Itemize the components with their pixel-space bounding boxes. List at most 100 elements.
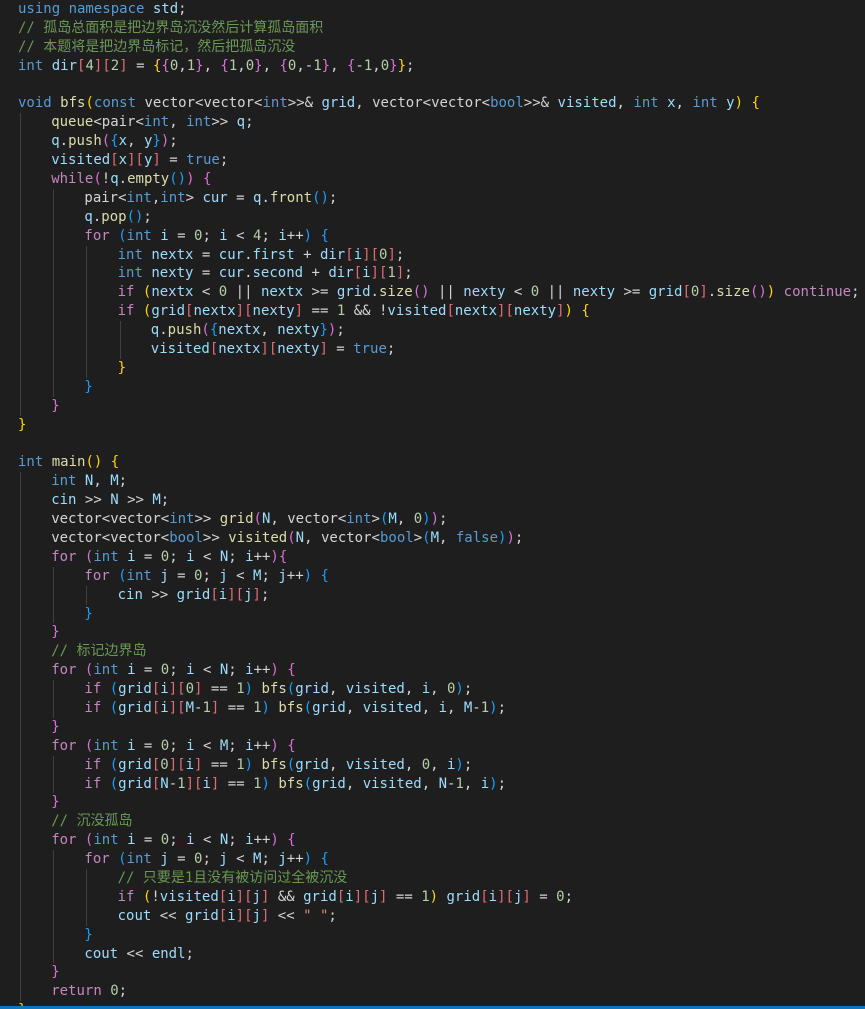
code-line[interactable]: // 孤岛总面积是把边界岛沉没然后计算孤岛面积: [0, 19, 865, 38]
code-line[interactable]: if (grid[i][0] == 1) bfs(grid, visited, …: [0, 680, 865, 699]
index-bracket: [: [505, 303, 514, 320]
code-line[interactable]: // 本题将是把边界岛标记，然后把孤岛沉没: [0, 38, 865, 57]
identifier: i: [227, 907, 236, 924]
indent-guide: [119, 340, 121, 359]
code-line[interactable]: queue<pair<int, int>> q;: [0, 113, 865, 133]
code-line[interactable]: // 沉没孤岛: [0, 812, 865, 832]
code-line[interactable]: for (int j = 0; j < M; j++) {: [0, 566, 865, 586]
code-line[interactable]: cin >> N >> M;: [0, 491, 865, 511]
code-line[interactable]: using namespace std;: [0, 0, 865, 19]
control-keyword: if: [84, 681, 110, 698]
bracket: }: [152, 133, 161, 150]
indent-guide: [86, 245, 88, 265]
code-line[interactable]: vector<vector<bool>> visited(N, vector<b…: [0, 528, 865, 548]
code-line[interactable]: int nexty = cur.second + dir[i][1];: [0, 264, 865, 284]
function-name: queue: [51, 114, 94, 131]
function-name: bfs: [60, 95, 86, 112]
code-line[interactable]: for (int i = 0; i < N; i++) {: [0, 661, 865, 681]
code-line[interactable]: // 标记边界岛: [0, 642, 865, 662]
indent-guide: [20, 358, 21, 378]
control-keyword: if: [117, 888, 143, 905]
code-line[interactable]: if (grid[0][i] == 1) bfs(grid, visited, …: [0, 755, 865, 775]
bracket: }: [84, 378, 93, 395]
code-line[interactable]: pair<int,int> cur = q.front();: [0, 188, 865, 208]
code-line[interactable]: if (!visited[i][j] && grid[i][j] == 1) g…: [0, 887, 865, 907]
number-literal: 1: [336, 303, 346, 320]
punctuation: =: [160, 152, 187, 169]
number-literal: 0: [530, 284, 540, 301]
indent-guide: [53, 585, 55, 605]
punctuation: ;: [169, 662, 187, 679]
punctuation: ,: [404, 681, 422, 698]
code-line[interactable]: for (int j = 0; j < M; j++) {: [0, 850, 865, 869]
indent-guide: [20, 151, 21, 171]
code-line[interactable]: while(!q.empty()) {: [0, 170, 865, 189]
code-line[interactable]: if (nextx < 0 || nextx >= grid.size() ||…: [0, 283, 865, 303]
code-line[interactable]: int nextx = cur.first + dir[i][0];: [0, 245, 865, 265]
indent-guide: [20, 585, 21, 605]
code-line[interactable]: }: [0, 377, 865, 397]
punctuation: =: [530, 888, 557, 905]
code-line[interactable]: q.pop();: [0, 207, 865, 227]
index-bracket: ]: [168, 681, 178, 698]
indent-guide: [86, 358, 88, 378]
code-line[interactable]: cout << grid[i][j] << " ";: [0, 906, 865, 926]
code-line[interactable]: }: [0, 604, 865, 624]
index-bracket: [: [345, 246, 354, 263]
punctuation: .: [159, 322, 168, 339]
code-line[interactable]: }: [0, 925, 865, 945]
code-line[interactable]: if (grid[nextx][nexty] == 1 && !visited[…: [0, 302, 865, 322]
code-line[interactable]: q.push({nextx, nexty});: [0, 321, 865, 341]
punctuation: ;: [851, 284, 860, 301]
code-line[interactable]: vector<vector<int>> grid(N, vector<int>(…: [0, 510, 865, 529]
code-line[interactable]: if (grid[N-1][i] == 1) bfs(grid, visited…: [0, 774, 865, 794]
code-line[interactable]: q.push({x, y});: [0, 132, 865, 152]
code-line[interactable]: [0, 434, 865, 453]
code-line[interactable]: }: [0, 358, 865, 378]
code-line[interactable]: for (int i = 0; i < N; i++) {: [0, 831, 865, 851]
indent-guide: [20, 188, 21, 208]
code-line[interactable]: [0, 76, 865, 95]
punctuation: ;: [169, 133, 178, 150]
code-line[interactable]: }: [0, 416, 865, 435]
code-line[interactable]: }: [0, 623, 865, 643]
indent-guide: [86, 585, 88, 605]
identifier: i: [127, 662, 136, 679]
identifier: nexty: [277, 341, 320, 358]
code-line[interactable]: for (int i = 0; i < N; i++){: [0, 547, 865, 567]
code-line[interactable]: }: [0, 717, 865, 737]
code-line[interactable]: for (int i = 0; i < 4; i++) {: [0, 226, 865, 246]
code-line[interactable]: cin >> grid[i][j];: [0, 585, 865, 605]
code-area[interactable]: using namespace std;// 孤岛总面积是把边界岛沉没然后计算孤…: [0, 0, 865, 1009]
code-line[interactable]: int dir[4][2] = {{0,1}, {1,0}, {0,-1}, {…: [0, 57, 865, 76]
code-line[interactable]: int N, M;: [0, 472, 865, 492]
index-bracket: ]: [497, 888, 506, 905]
bracket: ): [186, 171, 195, 188]
code-line[interactable]: int main() {: [0, 453, 865, 472]
code-editor[interactable]: using namespace std;// 孤岛总面积是把边界岛沉没然后计算孤…: [0, 0, 865, 1009]
punctuation: ;: [228, 548, 246, 565]
bracket: {: [287, 662, 296, 679]
indent-guide: [86, 868, 88, 888]
code-line[interactable]: for (int i = 0; i < M; i++) {: [0, 736, 865, 756]
identifier: nexty: [151, 265, 194, 282]
punctuation: ;: [406, 57, 415, 74]
code-line[interactable]: cout << endl;: [0, 944, 865, 964]
code-line[interactable]: visited[nextx][nexty] = true;: [0, 340, 865, 359]
indent-guide: [53, 264, 55, 284]
bracket: {: [320, 851, 329, 868]
code-line[interactable]: visited[x][y] = true;: [0, 151, 865, 171]
indent-guide: [20, 698, 21, 718]
punctuation: ;: [219, 152, 229, 169]
code-line[interactable]: if (grid[i][M-1] == 1) bfs(grid, visited…: [0, 698, 865, 718]
code-line[interactable]: }: [0, 793, 865, 813]
code-line[interactable]: // 只要是1且没有被访问过全被沉没: [0, 868, 865, 888]
punctuation: ++: [253, 662, 271, 679]
code-line[interactable]: return 0;: [0, 982, 865, 1002]
indent-guide: [86, 264, 88, 284]
code-line[interactable]: }: [0, 963, 865, 983]
code-line[interactable]: void bfs(const vector<vector<int>>& grid…: [0, 94, 865, 113]
code-line[interactable]: }: [0, 396, 865, 416]
keyword: int: [93, 737, 128, 754]
punctuation: ++: [253, 832, 271, 849]
